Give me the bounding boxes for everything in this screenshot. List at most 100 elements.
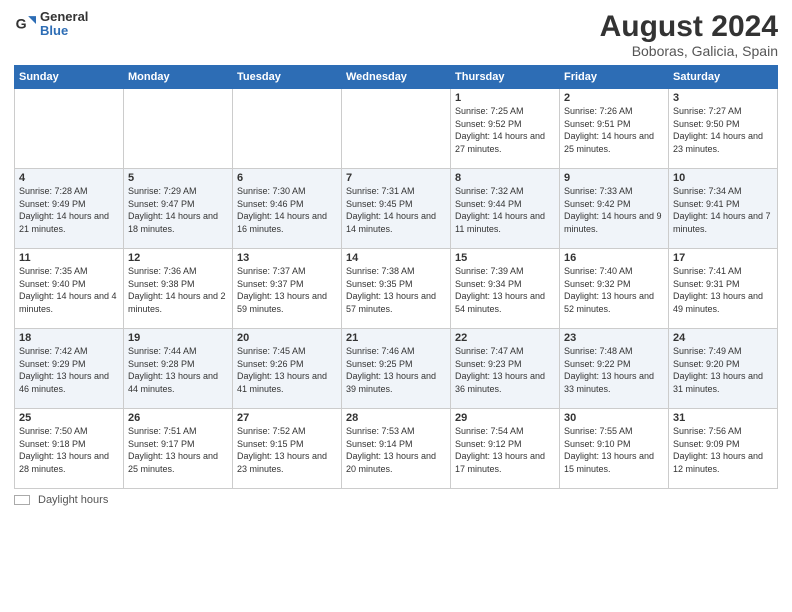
logo-text-general: General xyxy=(40,10,88,24)
calendar-cell: 10Sunrise: 7:34 AM Sunset: 9:41 PM Dayli… xyxy=(669,169,778,249)
day-number: 6 xyxy=(237,172,337,184)
day-number: 9 xyxy=(564,172,664,184)
calendar-cell: 13Sunrise: 7:37 AM Sunset: 9:37 PM Dayli… xyxy=(233,249,342,329)
day-number: 13 xyxy=(237,252,337,264)
calendar-cell: 7Sunrise: 7:31 AM Sunset: 9:45 PM Daylig… xyxy=(342,169,451,249)
calendar-cell xyxy=(233,89,342,169)
day-info: Sunrise: 7:25 AM Sunset: 9:52 PM Dayligh… xyxy=(455,105,555,155)
calendar-cell: 17Sunrise: 7:41 AM Sunset: 9:31 PM Dayli… xyxy=(669,249,778,329)
day-info: Sunrise: 7:37 AM Sunset: 9:37 PM Dayligh… xyxy=(237,265,337,315)
day-number: 28 xyxy=(346,412,446,424)
day-info: Sunrise: 7:49 AM Sunset: 9:20 PM Dayligh… xyxy=(673,345,773,395)
page-header: G General Blue August 2024 Boboras, Gali… xyxy=(14,10,778,59)
title-block: August 2024 Boboras, Galicia, Spain xyxy=(600,10,778,59)
calendar-week-row: 18Sunrise: 7:42 AM Sunset: 9:29 PM Dayli… xyxy=(15,329,778,409)
day-number: 2 xyxy=(564,92,664,104)
subtitle: Boboras, Galicia, Spain xyxy=(600,43,778,59)
day-info: Sunrise: 7:27 AM Sunset: 9:50 PM Dayligh… xyxy=(673,105,773,155)
calendar-cell: 30Sunrise: 7:55 AM Sunset: 9:10 PM Dayli… xyxy=(560,409,669,489)
calendar-cell: 28Sunrise: 7:53 AM Sunset: 9:14 PM Dayli… xyxy=(342,409,451,489)
day-info: Sunrise: 7:29 AM Sunset: 9:47 PM Dayligh… xyxy=(128,185,228,235)
day-number: 20 xyxy=(237,332,337,344)
col-header-monday: Monday xyxy=(124,66,233,89)
calendar-cell: 24Sunrise: 7:49 AM Sunset: 9:20 PM Dayli… xyxy=(669,329,778,409)
col-header-thursday: Thursday xyxy=(451,66,560,89)
day-info: Sunrise: 7:33 AM Sunset: 9:42 PM Dayligh… xyxy=(564,185,664,235)
day-number: 26 xyxy=(128,412,228,424)
calendar-cell: 29Sunrise: 7:54 AM Sunset: 9:12 PM Dayli… xyxy=(451,409,560,489)
calendar-cell: 5Sunrise: 7:29 AM Sunset: 9:47 PM Daylig… xyxy=(124,169,233,249)
day-number: 15 xyxy=(455,252,555,264)
day-number: 30 xyxy=(564,412,664,424)
day-info: Sunrise: 7:34 AM Sunset: 9:41 PM Dayligh… xyxy=(673,185,773,235)
calendar-cell: 31Sunrise: 7:56 AM Sunset: 9:09 PM Dayli… xyxy=(669,409,778,489)
main-title: August 2024 xyxy=(600,10,778,43)
calendar-cell: 6Sunrise: 7:30 AM Sunset: 9:46 PM Daylig… xyxy=(233,169,342,249)
calendar-cell xyxy=(124,89,233,169)
calendar-cell: 16Sunrise: 7:40 AM Sunset: 9:32 PM Dayli… xyxy=(560,249,669,329)
day-info: Sunrise: 7:39 AM Sunset: 9:34 PM Dayligh… xyxy=(455,265,555,315)
day-info: Sunrise: 7:31 AM Sunset: 9:45 PM Dayligh… xyxy=(346,185,446,235)
calendar-footer: Daylight hours xyxy=(14,494,778,506)
logo: G General Blue xyxy=(14,10,88,39)
calendar-cell: 2Sunrise: 7:26 AM Sunset: 9:51 PM Daylig… xyxy=(560,89,669,169)
calendar-cell: 20Sunrise: 7:45 AM Sunset: 9:26 PM Dayli… xyxy=(233,329,342,409)
calendar-cell xyxy=(15,89,124,169)
day-number: 29 xyxy=(455,412,555,424)
day-number: 3 xyxy=(673,92,773,104)
day-number: 23 xyxy=(564,332,664,344)
day-info: Sunrise: 7:45 AM Sunset: 9:26 PM Dayligh… xyxy=(237,345,337,395)
day-info: Sunrise: 7:55 AM Sunset: 9:10 PM Dayligh… xyxy=(564,425,664,475)
calendar-cell: 21Sunrise: 7:46 AM Sunset: 9:25 PM Dayli… xyxy=(342,329,451,409)
day-info: Sunrise: 7:53 AM Sunset: 9:14 PM Dayligh… xyxy=(346,425,446,475)
calendar-cell xyxy=(342,89,451,169)
day-info: Sunrise: 7:44 AM Sunset: 9:28 PM Dayligh… xyxy=(128,345,228,395)
day-number: 10 xyxy=(673,172,773,184)
day-number: 19 xyxy=(128,332,228,344)
day-info: Sunrise: 7:26 AM Sunset: 9:51 PM Dayligh… xyxy=(564,105,664,155)
calendar-cell: 9Sunrise: 7:33 AM Sunset: 9:42 PM Daylig… xyxy=(560,169,669,249)
day-number: 18 xyxy=(19,332,119,344)
day-info: Sunrise: 7:46 AM Sunset: 9:25 PM Dayligh… xyxy=(346,345,446,395)
calendar-cell: 18Sunrise: 7:42 AM Sunset: 9:29 PM Dayli… xyxy=(15,329,124,409)
calendar-week-row: 1Sunrise: 7:25 AM Sunset: 9:52 PM Daylig… xyxy=(15,89,778,169)
logo-icon: G xyxy=(14,13,36,35)
col-header-saturday: Saturday xyxy=(669,66,778,89)
day-number: 22 xyxy=(455,332,555,344)
svg-text:G: G xyxy=(16,16,27,32)
col-header-tuesday: Tuesday xyxy=(233,66,342,89)
day-number: 17 xyxy=(673,252,773,264)
day-number: 27 xyxy=(237,412,337,424)
col-header-friday: Friday xyxy=(560,66,669,89)
calendar-cell: 4Sunrise: 7:28 AM Sunset: 9:49 PM Daylig… xyxy=(15,169,124,249)
calendar-week-row: 11Sunrise: 7:35 AM Sunset: 9:40 PM Dayli… xyxy=(15,249,778,329)
day-info: Sunrise: 7:35 AM Sunset: 9:40 PM Dayligh… xyxy=(19,265,119,315)
day-info: Sunrise: 7:41 AM Sunset: 9:31 PM Dayligh… xyxy=(673,265,773,315)
day-info: Sunrise: 7:48 AM Sunset: 9:22 PM Dayligh… xyxy=(564,345,664,395)
day-info: Sunrise: 7:47 AM Sunset: 9:23 PM Dayligh… xyxy=(455,345,555,395)
calendar-header-row: SundayMondayTuesdayWednesdayThursdayFrid… xyxy=(15,66,778,89)
day-number: 4 xyxy=(19,172,119,184)
day-number: 1 xyxy=(455,92,555,104)
day-info: Sunrise: 7:30 AM Sunset: 9:46 PM Dayligh… xyxy=(237,185,337,235)
calendar-table: SundayMondayTuesdayWednesdayThursdayFrid… xyxy=(14,65,778,489)
day-info: Sunrise: 7:52 AM Sunset: 9:15 PM Dayligh… xyxy=(237,425,337,475)
day-info: Sunrise: 7:38 AM Sunset: 9:35 PM Dayligh… xyxy=(346,265,446,315)
calendar-cell: 12Sunrise: 7:36 AM Sunset: 9:38 PM Dayli… xyxy=(124,249,233,329)
day-info: Sunrise: 7:28 AM Sunset: 9:49 PM Dayligh… xyxy=(19,185,119,235)
day-info: Sunrise: 7:51 AM Sunset: 9:17 PM Dayligh… xyxy=(128,425,228,475)
calendar-cell: 19Sunrise: 7:44 AM Sunset: 9:28 PM Dayli… xyxy=(124,329,233,409)
daylight-swatch xyxy=(14,495,30,505)
day-number: 31 xyxy=(673,412,773,424)
day-info: Sunrise: 7:42 AM Sunset: 9:29 PM Dayligh… xyxy=(19,345,119,395)
daylight-label: Daylight hours xyxy=(38,494,108,506)
day-info: Sunrise: 7:40 AM Sunset: 9:32 PM Dayligh… xyxy=(564,265,664,315)
day-number: 24 xyxy=(673,332,773,344)
calendar-cell: 23Sunrise: 7:48 AM Sunset: 9:22 PM Dayli… xyxy=(560,329,669,409)
calendar-cell: 14Sunrise: 7:38 AM Sunset: 9:35 PM Dayli… xyxy=(342,249,451,329)
day-info: Sunrise: 7:54 AM Sunset: 9:12 PM Dayligh… xyxy=(455,425,555,475)
logo-text-blue: Blue xyxy=(40,24,88,38)
calendar-cell: 15Sunrise: 7:39 AM Sunset: 9:34 PM Dayli… xyxy=(451,249,560,329)
calendar-cell: 3Sunrise: 7:27 AM Sunset: 9:50 PM Daylig… xyxy=(669,89,778,169)
calendar-cell: 22Sunrise: 7:47 AM Sunset: 9:23 PM Dayli… xyxy=(451,329,560,409)
